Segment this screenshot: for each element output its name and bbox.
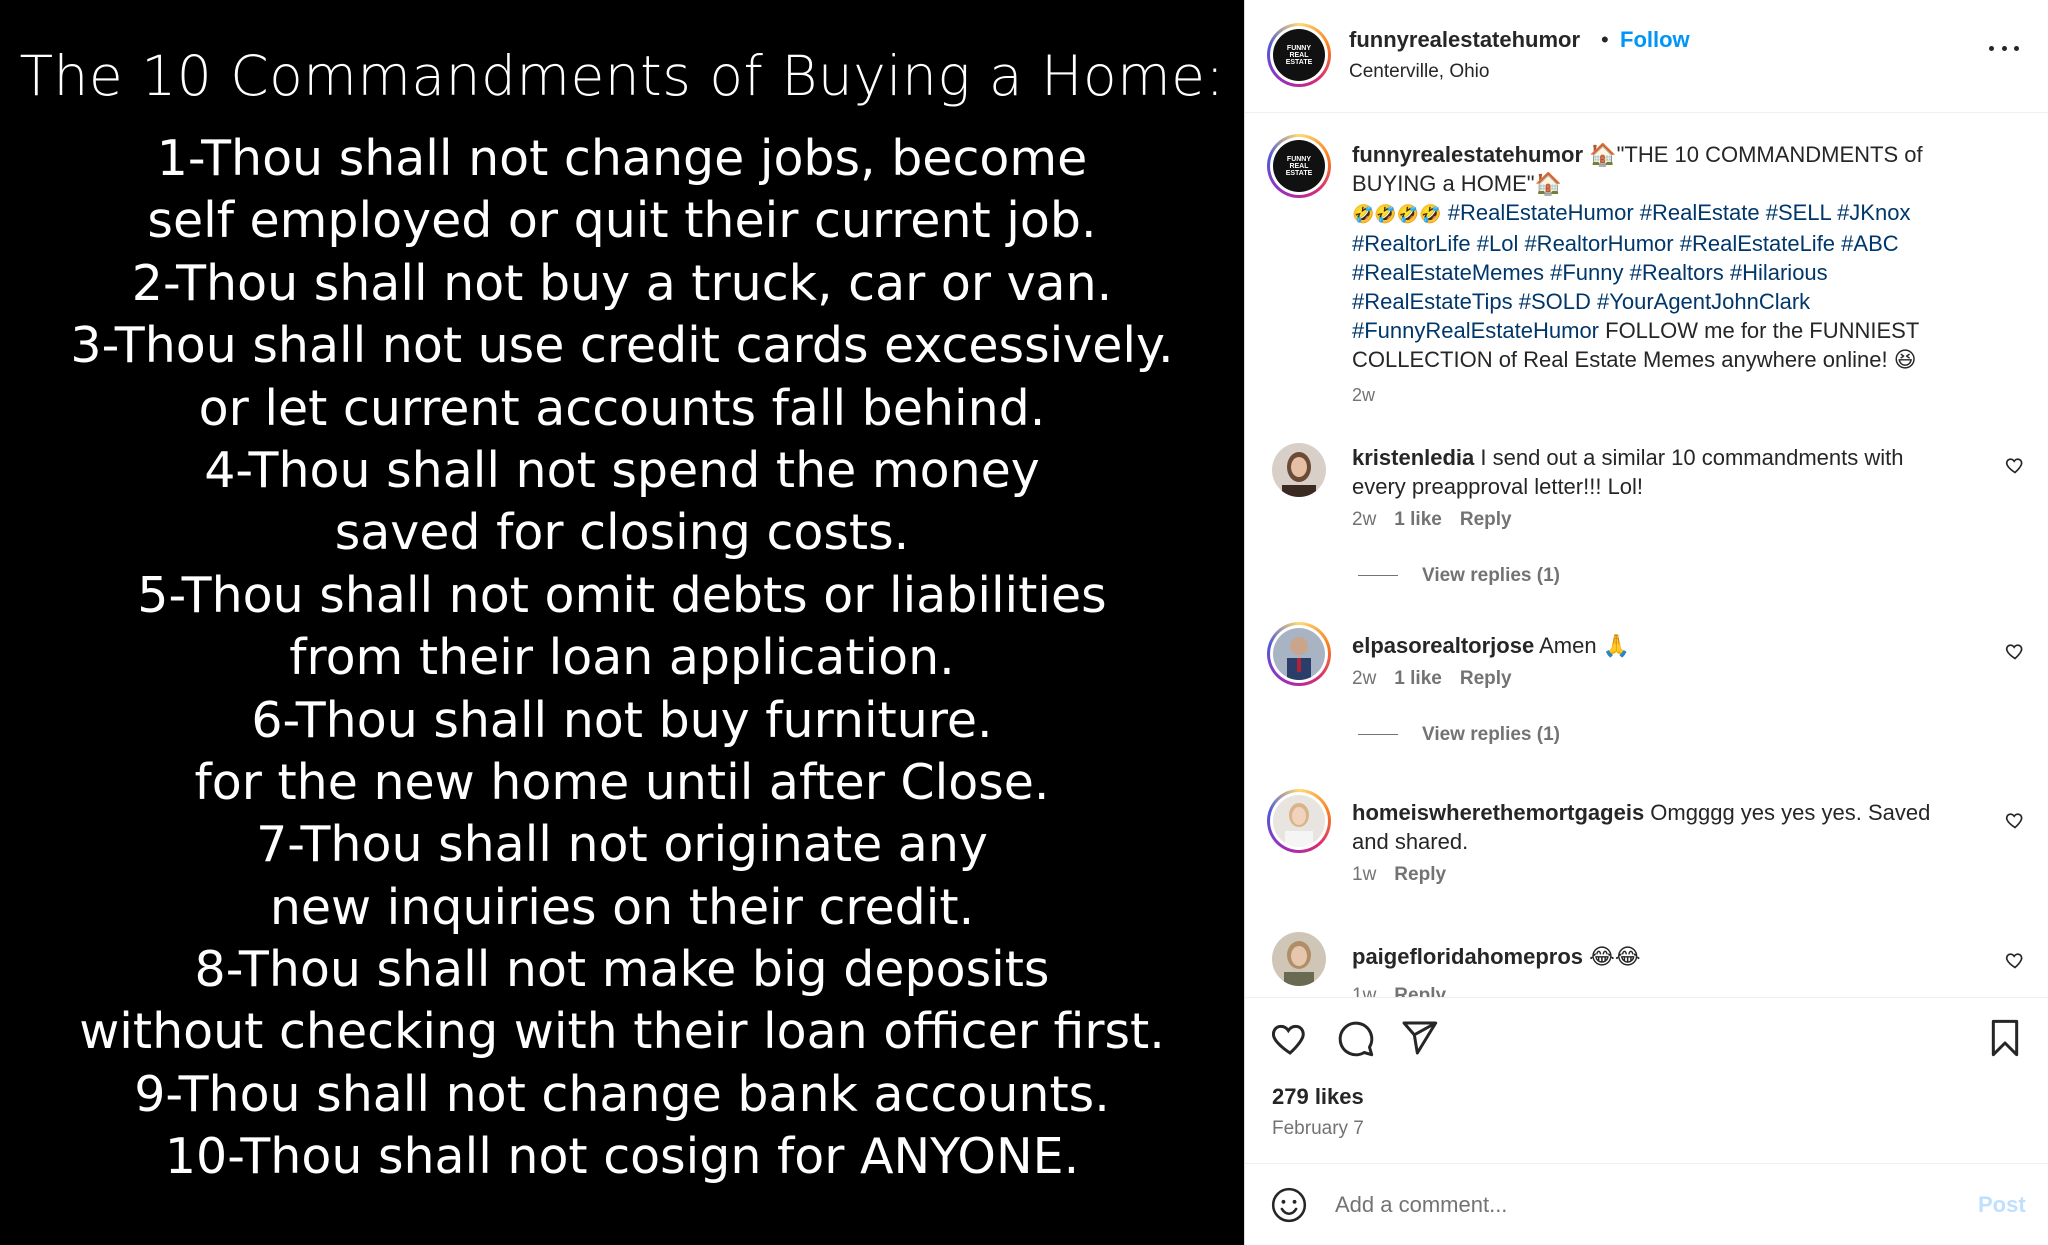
image-line: without checking with their loan officer… [79, 1003, 1165, 1061]
author-avatar-logo: FUNNY REAL ESTATE [1273, 29, 1325, 81]
heart-icon[interactable] [2005, 810, 2025, 830]
separator-dot: • [1601, 27, 1609, 52]
image-line: self employed or quit their current job. [147, 192, 1097, 250]
image-line: 9-Thou shall not change bank accounts. [134, 1065, 1110, 1123]
comment-time[interactable]: 1w [1352, 864, 1376, 885]
comment-meta: 2w 1 like Reply [1352, 509, 1530, 531]
image-line: 1-Thou shall not change jobs, become [156, 130, 1088, 187]
image-line: new inquiries on their credit. [269, 878, 975, 936]
comment-username[interactable]: homeiswherethemortgageis [1352, 800, 1644, 825]
post-image: The 10 Commandments of Buying a Home: 1-… [0, 0, 1244, 1245]
post-comment-button[interactable]: Post [1978, 1192, 2026, 1218]
add-comment-bar: Post [1245, 1163, 2048, 1245]
comment-meta: 1w Reply [1352, 985, 1464, 997]
comment-text: Amen 🙏 [1534, 633, 1631, 658]
commenter-avatar[interactable] [1267, 622, 1331, 686]
share-icon[interactable] [1399, 1018, 1439, 1058]
image-line: 5-Thou shall not omit debts or liabiliti… [137, 566, 1107, 624]
comment-likes[interactable]: 1 like [1394, 509, 1442, 530]
image-line: saved for closing costs. [334, 504, 910, 562]
view-replies-button[interactable]: View replies (1) [1358, 724, 1560, 746]
reply-button[interactable]: Reply [1394, 864, 1446, 885]
view-replies-button[interactable]: View replies (1) [1358, 565, 1560, 587]
comment-icon[interactable] [1335, 1018, 1375, 1058]
comment-time[interactable]: 1w [1352, 985, 1376, 997]
post-location[interactable]: Centerville, Ohio [1349, 61, 1489, 83]
follow-button[interactable]: Follow [1620, 27, 1690, 53]
post-caption: funnyrealestatehumor 🏠"THE 10 COMMANDMEN… [1352, 140, 1952, 374]
image-line: from their loan application. [289, 629, 955, 687]
post-sidebar: FUNNY REAL ESTATE funnyrealestatehumor • F… [1244, 0, 2048, 1245]
caption-avatar[interactable]: FUNNY REAL ESTATE [1267, 134, 1331, 198]
image-title: The 10 Commandments of Buying a Home: [19, 44, 1225, 108]
commenter-avatar[interactable] [1267, 789, 1331, 853]
image-line: 6-Thou shall not buy furniture. [251, 691, 993, 749]
image-line: 3-Thou shall not use credit cards excess… [70, 317, 1174, 375]
heart-icon[interactable] [2005, 455, 2025, 475]
reply-button[interactable]: Reply [1394, 985, 1446, 997]
image-line: for the new home until after Close. [194, 753, 1050, 811]
comments-list[interactable]: FUNNY REAL ESTATE funnyrealestatehumor 🏠"T… [1245, 113, 2048, 997]
author-username[interactable]: funnyrealestatehumor [1349, 27, 1580, 53]
image-line: 4-Thou shall not spend the money [204, 441, 1040, 499]
image-text-block: 1-Thou shall not change jobs, become sel… [0, 128, 1244, 1189]
image-line: 10-Thou shall not cosign for ANYONE. [164, 1128, 1080, 1186]
comment-username[interactable]: elpasorealtorjose [1352, 633, 1534, 658]
comment-input[interactable] [1335, 1186, 1895, 1224]
more-options-icon[interactable] [1989, 42, 2019, 54]
comment-time[interactable]: 2w [1352, 509, 1376, 530]
commenter-avatar[interactable] [1272, 443, 1326, 497]
heart-icon[interactable] [2005, 950, 2025, 970]
image-line: 7-Thou shall not originate any [256, 816, 988, 874]
comment-text: 😂😂 [1583, 944, 1641, 969]
commenter-avatar[interactable] [1272, 932, 1326, 986]
caption-time[interactable]: 2w [1352, 385, 1375, 406]
post-date[interactable]: February 7 [1272, 1118, 1364, 1140]
heart-icon[interactable] [2005, 641, 2025, 661]
comment-username[interactable]: kristenledia [1352, 445, 1474, 470]
post-header: FUNNY REAL ESTATE funnyrealestatehumor • F… [1245, 0, 2048, 113]
like-heart-icon[interactable] [1270, 1018, 1310, 1058]
reply-button[interactable]: Reply [1460, 509, 1512, 530]
caption-emojis: 🤣🤣🤣🤣 [1352, 204, 1442, 225]
bookmark-icon[interactable] [1985, 1018, 2025, 1058]
image-line: or let current accounts fall behind. [198, 379, 1046, 437]
comment-likes[interactable]: 1 like [1394, 668, 1442, 689]
comment-time[interactable]: 2w [1352, 668, 1376, 689]
reply-button[interactable]: Reply [1460, 668, 1512, 689]
comment-username[interactable]: paigefloridahomepros [1352, 944, 1583, 969]
likes-count[interactable]: 279 likes [1272, 1084, 1364, 1110]
comment-meta: 2w 1 like Reply [1352, 668, 1530, 690]
emoji-picker-icon[interactable] [1270, 1186, 1308, 1224]
post-actions: 279 likes February 7 [1245, 997, 2048, 1163]
image-line: 2-Thou shall not buy a truck, car or van… [131, 254, 1113, 312]
caption-username[interactable]: funnyrealestatehumor [1352, 142, 1583, 167]
comment-meta: 1w Reply [1352, 864, 1464, 886]
author-avatar[interactable]: FUNNY REAL ESTATE [1267, 23, 1331, 87]
image-line: 8-Thou shall not make big deposits [194, 941, 1050, 999]
